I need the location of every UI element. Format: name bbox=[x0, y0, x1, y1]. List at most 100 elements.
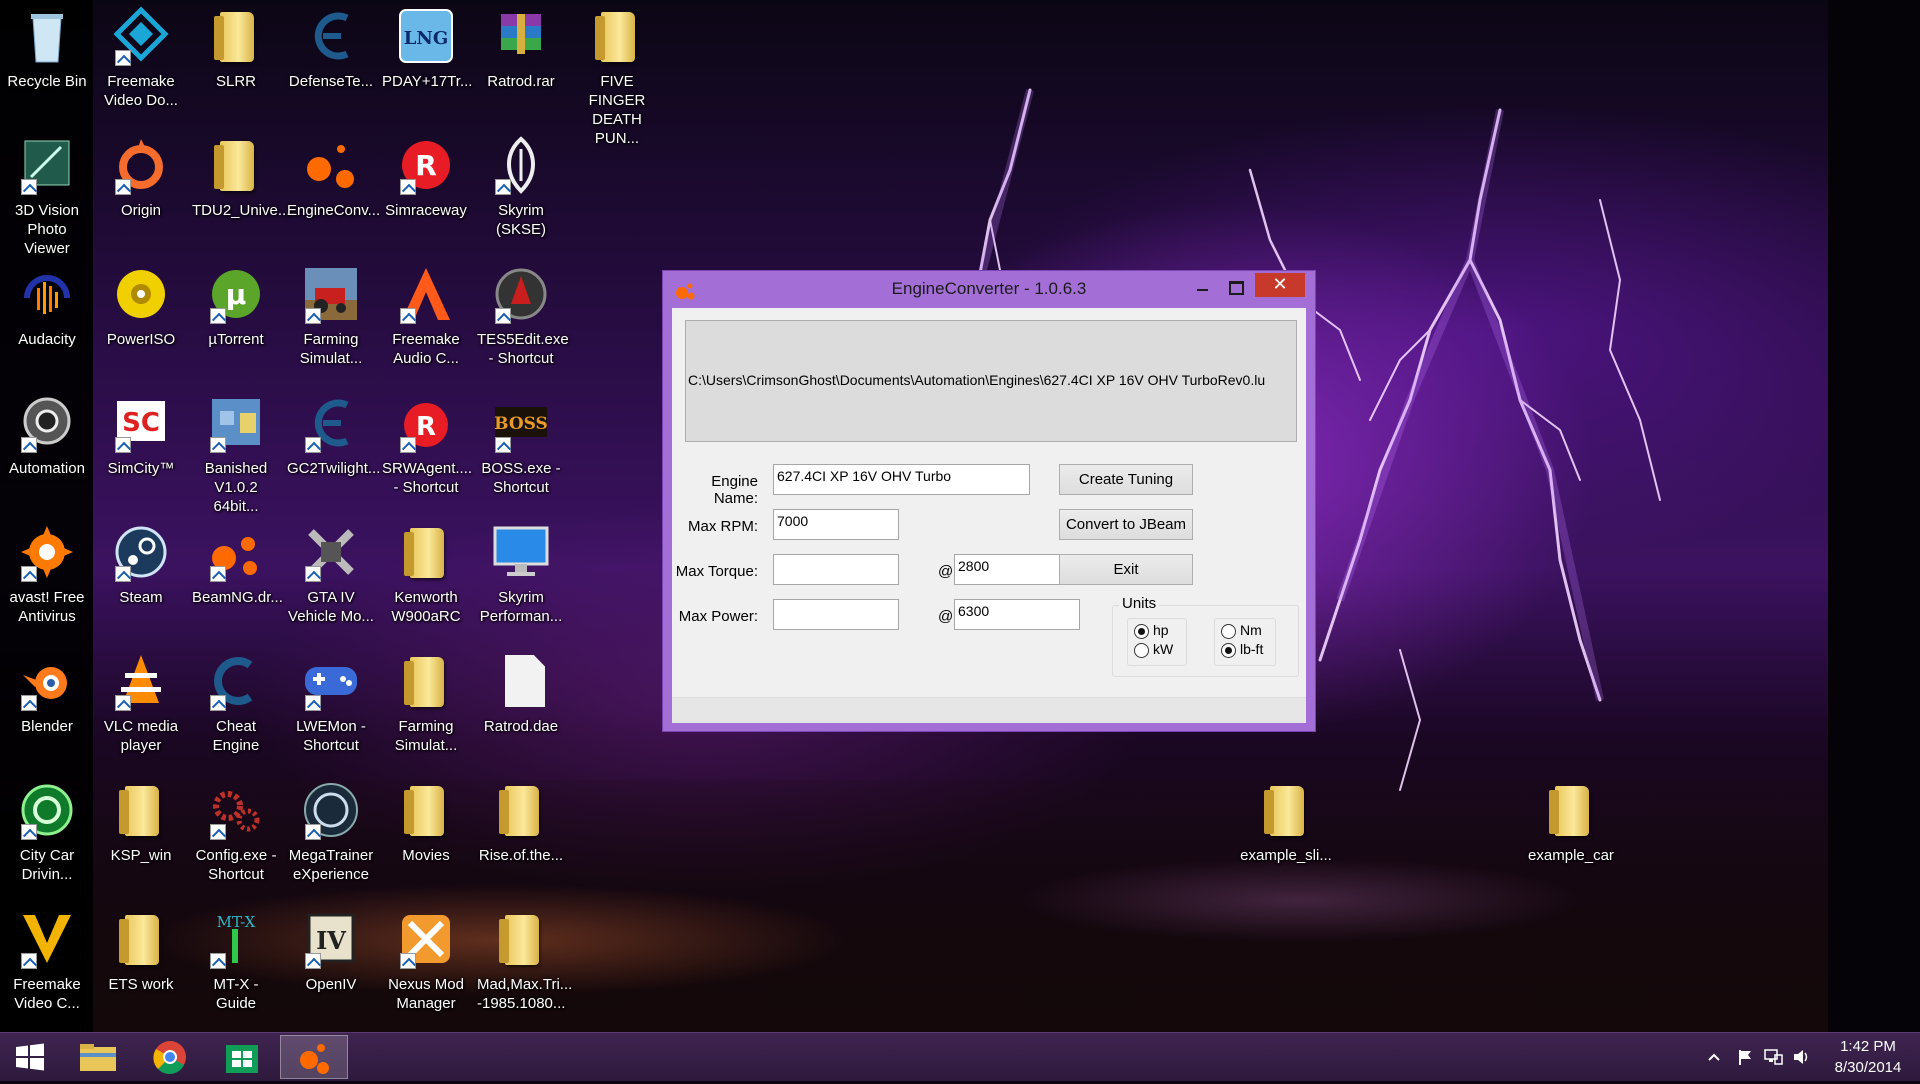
engine-name-input[interactable]: 627.4CI XP 16V OHV Turbo bbox=[773, 464, 1030, 495]
desktop-icon-simcity[interactable]: SC SimCity™ bbox=[95, 389, 187, 511]
start-button[interactable] bbox=[0, 1035, 60, 1079]
exit-button[interactable]: Exit bbox=[1059, 554, 1193, 585]
show-hidden-icons-button[interactable] bbox=[1704, 1047, 1724, 1067]
minimize-button[interactable] bbox=[1187, 275, 1217, 299]
svg-text:IV: IV bbox=[316, 926, 346, 955]
icon-label: MegaTrainer eXperience bbox=[288, 847, 374, 883]
close-button[interactable]: ✕ bbox=[1255, 273, 1305, 297]
desktop-icon-config[interactable]: Config.exe - Shortcut bbox=[190, 776, 282, 898]
shortcut-arrow-icon bbox=[305, 695, 321, 711]
desktop-icon-megatrainer[interactable]: MegaTrainer eXperience bbox=[285, 776, 377, 898]
icon-label: VLC media player bbox=[103, 718, 179, 754]
desktop-icon-srwagent[interactable]: R SRWAgent.... - Shortcut bbox=[380, 389, 472, 511]
max-torque-label: Max Torque: bbox=[675, 563, 758, 580]
desktop-icon-example-car[interactable]: example_car bbox=[1520, 776, 1622, 898]
max-rpm-input[interactable]: 7000 bbox=[773, 509, 899, 540]
create-tuning-button[interactable]: Create Tuning bbox=[1059, 464, 1193, 495]
kw-radio[interactable] bbox=[1134, 643, 1149, 658]
taskbar-chrome[interactable] bbox=[136, 1035, 204, 1079]
desktop-icon-engineconverter[interactable]: EngineConv... bbox=[285, 131, 380, 253]
svg-text:BOSS: BOSS bbox=[494, 414, 548, 434]
desktop-icon-freemake-downloader[interactable]: Freemake Video Do... bbox=[95, 2, 187, 124]
desktop-icon-example-sli[interactable]: example_sli... bbox=[1235, 776, 1337, 898]
icon-label: SRWAgent.... - Shortcut bbox=[382, 460, 473, 496]
max-power-input[interactable] bbox=[773, 599, 899, 630]
shortcut-arrow-icon bbox=[210, 824, 226, 840]
taskbar-store[interactable] bbox=[208, 1035, 276, 1079]
maximize-button[interactable] bbox=[1220, 275, 1250, 299]
desktop-icon-ksp-win[interactable]: KSP_win bbox=[95, 776, 187, 898]
nm-radio[interactable] bbox=[1221, 624, 1236, 639]
hp-radio[interactable] bbox=[1134, 624, 1149, 639]
action-center-tray[interactable] bbox=[1735, 1047, 1755, 1067]
file-path-display[interactable]: C:\Users\CrimsonGhost\Documents\Automati… bbox=[685, 320, 1297, 442]
desktop-icon-ets-work[interactable]: ETS work bbox=[95, 905, 187, 1027]
folder-icon bbox=[404, 657, 444, 707]
monitor-icon bbox=[493, 526, 549, 576]
desktop-icon-defensete[interactable]: DefenseTe... bbox=[285, 2, 377, 124]
desktop-icon-utorrent[interactable]: µ µTorrent bbox=[190, 260, 282, 382]
lb-ft-radio[interactable] bbox=[1221, 643, 1236, 658]
desktop-icon-ratrod-dae[interactable]: Ratrod.dae bbox=[475, 647, 567, 769]
shortcut-arrow-icon bbox=[210, 695, 226, 711]
shortcut-arrow-icon bbox=[21, 566, 37, 582]
desktop-icon-farming-simulator-folder[interactable]: Farming Simulat... bbox=[380, 647, 472, 769]
desktop-icon-mad-max[interactable]: Mad,Max.Tri... -1985.1080... bbox=[475, 905, 572, 1027]
icon-label: PDAY+17Tr... bbox=[382, 73, 473, 90]
taskbar-file-explorer[interactable] bbox=[64, 1035, 132, 1079]
convert-to-jbeam-button[interactable]: Convert to JBeam bbox=[1059, 509, 1193, 540]
desktop-icon-simraceway[interactable]: R Simraceway bbox=[380, 131, 472, 253]
desktop-icon-avast[interactable]: avast! Free Antivirus bbox=[1, 518, 93, 640]
desktop-icon-five-finger[interactable]: FIVE FINGER DEATH PUN... bbox=[571, 2, 663, 147]
taskbar-clock[interactable]: 1:42 PM 8/30/2014 bbox=[1818, 1036, 1918, 1078]
desktop-icon-recycle-bin[interactable]: Recycle Bin bbox=[1, 2, 93, 124]
desktop-icon-movies[interactable]: Movies bbox=[380, 776, 472, 898]
desktop-icon-tes5edit[interactable]: TES5Edit.exe - Shortcut bbox=[475, 260, 569, 382]
desktop-icon-3d-vision[interactable]: 3D Vision Photo Viewer bbox=[1, 131, 93, 257]
defense-icon bbox=[314, 12, 349, 60]
desktop-icon-skyrim-performance[interactable]: Skyrim Performan... bbox=[475, 518, 567, 640]
desktop-icon-skyrim-skse[interactable]: Skyrim (SKSE) bbox=[475, 131, 567, 253]
desktop-icon-tdu2[interactable]: TDU2_Unive... bbox=[190, 131, 290, 253]
desktop-icon-openiv[interactable]: IV OpenIV bbox=[285, 905, 377, 1027]
desktop-icon-beamng[interactable]: BeamNG.dr... bbox=[190, 518, 283, 640]
desktop-icon-farming-simulator[interactable]: Farming Simulat... bbox=[285, 260, 377, 382]
desktop-icon-audacity[interactable]: Audacity bbox=[1, 260, 93, 382]
window-titlebar[interactable]: EngineConverter - 1.0.6.3 ✕ bbox=[663, 271, 1315, 307]
folder-icon bbox=[499, 786, 539, 836]
desktop-icon-slrr[interactable]: SLRR bbox=[190, 2, 282, 124]
audacity-icon bbox=[24, 275, 70, 314]
desktop-icon-gc2[interactable]: GC2Twilight... bbox=[285, 389, 380, 511]
max-torque-input[interactable] bbox=[773, 554, 899, 585]
desktop-icon-cheat-engine[interactable]: Cheat Engine bbox=[190, 647, 282, 769]
volume-tray[interactable] bbox=[1791, 1047, 1811, 1067]
desktop-icon-blender[interactable]: Blender bbox=[1, 647, 93, 769]
desktop-icon-city-car-driving[interactable]: City Car Drivin... bbox=[1, 776, 93, 898]
desktop-icon-automation[interactable]: Automation bbox=[1, 389, 93, 511]
desktop-icon-rise-of-the[interactable]: Rise.of.the... bbox=[475, 776, 567, 898]
network-tray[interactable] bbox=[1763, 1047, 1783, 1067]
desktop-icon-freemake-audio[interactable]: Freemake Audio C... bbox=[380, 260, 472, 382]
desktop-icon-kenworth[interactable]: Kenworth W900aRC bbox=[380, 518, 472, 640]
folder-icon bbox=[214, 141, 254, 191]
desktop-icon-poweriso[interactable]: PowerISO bbox=[95, 260, 187, 382]
shortcut-arrow-icon bbox=[400, 179, 416, 195]
desktop-icon-vlc[interactable]: VLC media player bbox=[95, 647, 187, 769]
shortcut-arrow-icon bbox=[210, 566, 226, 582]
desktop-icon-ratrod-rar[interactable]: Ratrod.rar bbox=[475, 2, 567, 124]
start-icon bbox=[16, 1043, 44, 1071]
desktop-icon-boss[interactable]: BOSS BOSS.exe - Shortcut bbox=[475, 389, 567, 511]
svg-text:R: R bbox=[415, 149, 437, 182]
desktop-icon-nexus-mod-manager[interactable]: Nexus Mod Manager bbox=[380, 905, 472, 1027]
desktop-icon-mtx-guide[interactable]: MT-X MT-X - Guide bbox=[190, 905, 282, 1027]
taskbar-engineconverter[interactable] bbox=[280, 1035, 348, 1079]
desktop-icon-banished[interactable]: Banished V1.0.2 64bit... bbox=[190, 389, 282, 515]
desktop-icon-pday[interactable]: LNG PDAY+17Tr... bbox=[380, 2, 472, 124]
poweriso-icon bbox=[117, 270, 165, 318]
desktop-icon-origin[interactable]: Origin bbox=[95, 131, 187, 253]
desktop-icon-lwemon[interactable]: LWEMon - Shortcut bbox=[285, 647, 377, 769]
desktop-icon-freemake-video-converter[interactable]: Freemake Video C... bbox=[1, 905, 93, 1027]
desktop-icon-steam[interactable]: Steam bbox=[95, 518, 187, 640]
power-rpm-input[interactable]: 6300 bbox=[954, 599, 1080, 630]
desktop-icon-gta-iv-vehicle-mod[interactable]: GTA IV Vehicle Mo... bbox=[285, 518, 377, 640]
